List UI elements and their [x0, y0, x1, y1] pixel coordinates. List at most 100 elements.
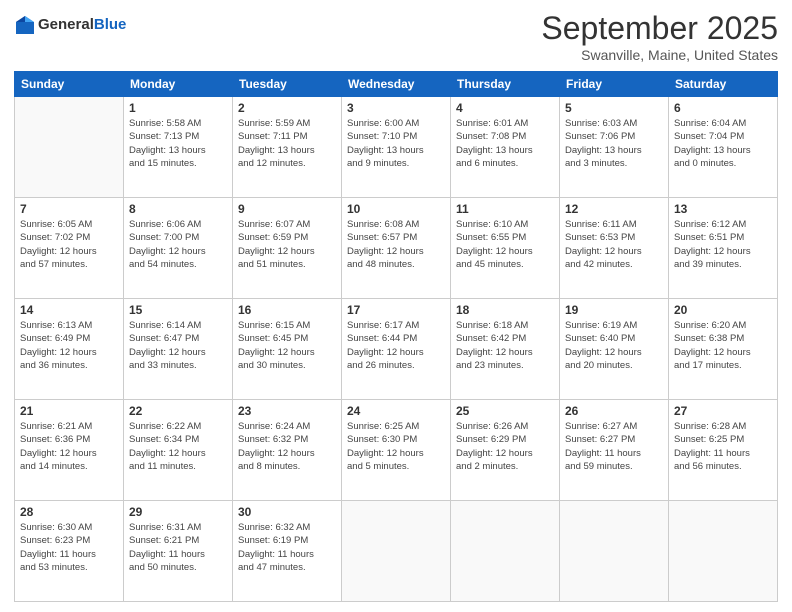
- day-info: Sunrise: 6:32 AMSunset: 6:19 PMDaylight:…: [238, 521, 336, 574]
- day-info: Sunrise: 6:28 AMSunset: 6:25 PMDaylight:…: [674, 420, 772, 473]
- title-block: September 2025 Swanville, Maine, United …: [541, 10, 778, 63]
- table-row: [15, 97, 124, 198]
- month-title: September 2025: [541, 10, 778, 47]
- table-row: 7 Sunrise: 6:05 AMSunset: 7:02 PMDaylight…: [15, 198, 124, 299]
- day-number: 9: [238, 202, 336, 216]
- day-info: Sunrise: 6:04 AMSunset: 7:04 PMDaylight:…: [674, 117, 772, 170]
- day-number: 30: [238, 505, 336, 519]
- calendar-table: Sunday Monday Tuesday Wednesday Thursday…: [14, 71, 778, 602]
- table-row: 5 Sunrise: 6:03 AMSunset: 7:06 PMDaylight…: [560, 97, 669, 198]
- day-number: 7: [20, 202, 118, 216]
- day-info: Sunrise: 6:12 AMSunset: 6:51 PMDaylight:…: [674, 218, 772, 271]
- day-number: 17: [347, 303, 445, 317]
- day-info: Sunrise: 6:20 AMSunset: 6:38 PMDaylight:…: [674, 319, 772, 372]
- day-info: Sunrise: 6:30 AMSunset: 6:23 PMDaylight:…: [20, 521, 118, 574]
- table-row: [560, 501, 669, 602]
- table-row: 6 Sunrise: 6:04 AMSunset: 7:04 PMDaylight…: [669, 97, 778, 198]
- day-number: 26: [565, 404, 663, 418]
- table-row: 12 Sunrise: 6:11 AMSunset: 6:53 PMDayligh…: [560, 198, 669, 299]
- table-row: 29Sunrise: 6:31 AMSunset: 6:21 PMDayligh…: [124, 501, 233, 602]
- logo: GeneralBlue: [14, 14, 126, 36]
- table-row: 4 Sunrise: 6:01 AMSunset: 7:08 PMDaylight…: [451, 97, 560, 198]
- table-row: 26 Sunrise: 6:27 AMSunset: 6:27 PMDayligh…: [560, 400, 669, 501]
- day-info: Sunrise: 6:15 AMSunset: 6:45 PMDaylight:…: [238, 319, 336, 372]
- day-number: 24: [347, 404, 445, 418]
- day-number: 1: [129, 101, 227, 115]
- day-info: Sunrise: 6:17 AMSunset: 6:44 PMDaylight:…: [347, 319, 445, 372]
- day-number: 12: [565, 202, 663, 216]
- weekday-header-row: Sunday Monday Tuesday Wednesday Thursday…: [15, 72, 778, 97]
- day-number: 19: [565, 303, 663, 317]
- day-info: Sunrise: 6:03 AMSunset: 7:06 PMDaylight:…: [565, 117, 663, 170]
- day-info: Sunrise: 6:22 AMSunset: 6:34 PMDaylight:…: [129, 420, 227, 473]
- day-info: Sunrise: 6:25 AMSunset: 6:30 PMDaylight:…: [347, 420, 445, 473]
- day-info: Sunrise: 6:27 AMSunset: 6:27 PMDaylight:…: [565, 420, 663, 473]
- day-info: Sunrise: 6:24 AMSunset: 6:32 PMDaylight:…: [238, 420, 336, 473]
- location: Swanville, Maine, United States: [541, 47, 778, 63]
- table-row: 3 Sunrise: 6:00 AMSunset: 7:10 PMDaylight…: [342, 97, 451, 198]
- table-row: 9 Sunrise: 6:07 AMSunset: 6:59 PMDaylight…: [233, 198, 342, 299]
- logo-blue: Blue: [94, 16, 127, 33]
- table-row: 25 Sunrise: 6:26 AMSunset: 6:29 PMDayligh…: [451, 400, 560, 501]
- day-number: 4: [456, 101, 554, 115]
- day-number: 14: [20, 303, 118, 317]
- table-row: 15 Sunrise: 6:14 AMSunset: 6:47 PMDayligh…: [124, 299, 233, 400]
- day-number: 27: [674, 404, 772, 418]
- day-number: 13: [674, 202, 772, 216]
- day-number: 10: [347, 202, 445, 216]
- day-info: Sunrise: 6:14 AMSunset: 6:47 PMDaylight:…: [129, 319, 227, 372]
- table-row: [342, 501, 451, 602]
- table-row: 30 Sunrise: 6:32 AMSunset: 6:19 PMDayligh…: [233, 501, 342, 602]
- day-info: Sunrise: 6:21 AMSunset: 6:36 PMDaylight:…: [20, 420, 118, 473]
- day-info: Sunrise: 6:07 AMSunset: 6:59 PMDaylight:…: [238, 218, 336, 271]
- day-number: 11: [456, 202, 554, 216]
- day-info: Sunrise: 5:58 AMSunset: 7:13 PMDaylight:…: [129, 117, 227, 170]
- day-info: Sunrise: 5:59 AMSunset: 7:11 PMDaylight:…: [238, 117, 336, 170]
- day-number: 28: [20, 505, 118, 519]
- day-info: Sunrise: 6:26 AMSunset: 6:29 PMDaylight:…: [456, 420, 554, 473]
- header-wednesday: Wednesday: [342, 72, 451, 97]
- header-tuesday: Tuesday: [233, 72, 342, 97]
- day-number: 18: [456, 303, 554, 317]
- header-monday: Monday: [124, 72, 233, 97]
- page: GeneralBlue September 2025 Swanville, Ma…: [0, 0, 792, 612]
- logo-icon: [14, 14, 36, 36]
- day-info: Sunrise: 6:11 AMSunset: 6:53 PMDaylight:…: [565, 218, 663, 271]
- table-row: 24 Sunrise: 6:25 AMSunset: 6:30 PMDayligh…: [342, 400, 451, 501]
- day-number: 6: [674, 101, 772, 115]
- header-friday: Friday: [560, 72, 669, 97]
- day-number: 5: [565, 101, 663, 115]
- day-info: Sunrise: 6:13 AMSunset: 6:49 PMDaylight:…: [20, 319, 118, 372]
- header-sunday: Sunday: [15, 72, 124, 97]
- table-row: 18 Sunrise: 6:18 AMSunset: 6:42 PMDayligh…: [451, 299, 560, 400]
- table-row: 17 Sunrise: 6:17 AMSunset: 6:44 PMDayligh…: [342, 299, 451, 400]
- day-info: Sunrise: 6:18 AMSunset: 6:42 PMDaylight:…: [456, 319, 554, 372]
- day-number: 15: [129, 303, 227, 317]
- day-number: 8: [129, 202, 227, 216]
- day-number: 29: [129, 505, 227, 519]
- day-info: Sunrise: 6:08 AMSunset: 6:57 PMDaylight:…: [347, 218, 445, 271]
- table-row: 14 Sunrise: 6:13 AMSunset: 6:49 PMDayligh…: [15, 299, 124, 400]
- header: GeneralBlue September 2025 Swanville, Ma…: [14, 10, 778, 63]
- table-row: 11 Sunrise: 6:10 AMSunset: 6:55 PMDayligh…: [451, 198, 560, 299]
- table-row: 1 Sunrise: 5:58 AMSunset: 7:13 PMDaylight…: [124, 97, 233, 198]
- table-row: 22Sunrise: 6:22 AMSunset: 6:34 PMDayligh…: [124, 400, 233, 501]
- logo-general: General: [38, 16, 94, 33]
- day-info: Sunrise: 6:05 AMSunset: 7:02 PMDaylight:…: [20, 218, 118, 271]
- table-row: 19 Sunrise: 6:19 AMSunset: 6:40 PMDayligh…: [560, 299, 669, 400]
- header-saturday: Saturday: [669, 72, 778, 97]
- day-number: 3: [347, 101, 445, 115]
- day-number: 25: [456, 404, 554, 418]
- day-info: Sunrise: 6:10 AMSunset: 6:55 PMDaylight:…: [456, 218, 554, 271]
- table-row: 16Sunrise: 6:15 AMSunset: 6:45 PMDayligh…: [233, 299, 342, 400]
- table-row: 2Sunrise: 5:59 AMSunset: 7:11 PMDaylight…: [233, 97, 342, 198]
- day-info: Sunrise: 6:00 AMSunset: 7:10 PMDaylight:…: [347, 117, 445, 170]
- day-info: Sunrise: 6:01 AMSunset: 7:08 PMDaylight:…: [456, 117, 554, 170]
- header-thursday: Thursday: [451, 72, 560, 97]
- day-info: Sunrise: 6:19 AMSunset: 6:40 PMDaylight:…: [565, 319, 663, 372]
- table-row: 27 Sunrise: 6:28 AMSunset: 6:25 PMDayligh…: [669, 400, 778, 501]
- table-row: 13 Sunrise: 6:12 AMSunset: 6:51 PMDayligh…: [669, 198, 778, 299]
- table-row: 28 Sunrise: 6:30 AMSunset: 6:23 PMDayligh…: [15, 501, 124, 602]
- table-row: 21Sunrise: 6:21 AMSunset: 6:36 PMDayligh…: [15, 400, 124, 501]
- table-row: 10 Sunrise: 6:08 AMSunset: 6:57 PMDayligh…: [342, 198, 451, 299]
